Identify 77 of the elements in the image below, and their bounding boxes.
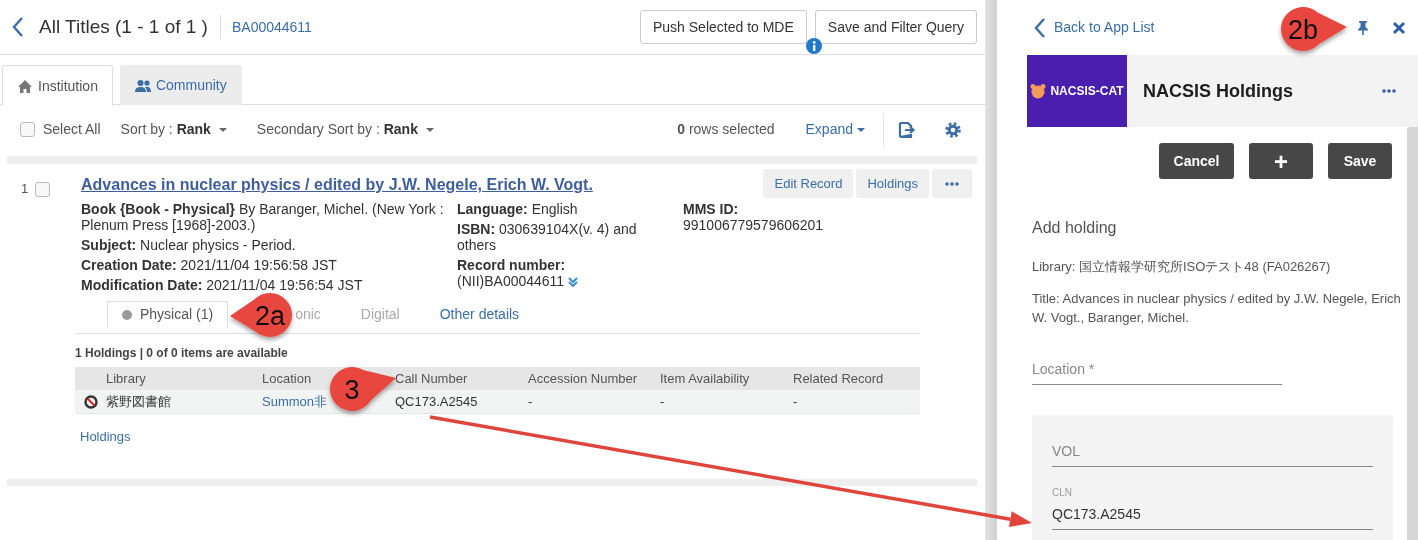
- back-icon[interactable]: [11, 16, 25, 38]
- caret-icon: [218, 127, 227, 132]
- sort-dropdown[interactable]: Sort by : Rank: [120, 119, 227, 140]
- checkbox[interactable]: [20, 122, 35, 137]
- action-button[interactable]: Save and Filter Query: [814, 10, 977, 44]
- settings-icon[interactable]: [945, 121, 961, 138]
- inventory-tab: Digital: [345, 301, 415, 327]
- rows-selected-label: 0 rows selected: [677, 120, 775, 139]
- section-heading: Add holding: [1032, 218, 1118, 238]
- column-header: Related Record: [793, 369, 884, 388]
- table-cell-text: -: [660, 392, 665, 411]
- app-title: NACSIS Holdings: [1143, 79, 1293, 103]
- row-number: 1: [21, 180, 29, 198]
- more-icon: [945, 182, 959, 187]
- callout-marker: 2b: [1281, 7, 1347, 51]
- action-button[interactable]: Cancel: [1159, 143, 1234, 179]
- record-detail: Book {Book - Physical} By Baranger, Michel. (New York : Plenum Press [1968]-2003.): [81, 201, 445, 233]
- input-field[interactable]: VOL: [1052, 441, 1373, 467]
- record-title-link[interactable]: Advances in nuclear physics / edited by J.W. Negele, Erich W. Vogt.: [81, 169, 593, 197]
- table-cell-text: -: [528, 392, 533, 411]
- column-header: Library: [106, 369, 146, 388]
- title-text: Title: Advances in nuclear physics / edited by J.W. Negele, Erich W. Vogt., Baranger, Michel.: [1032, 290, 1402, 327]
- users-icon: [134, 79, 151, 92]
- status-dot-icon: [122, 309, 132, 320]
- record-detail: Modification Date: 2021/11/04 19:56:54 JST: [81, 277, 364, 293]
- expand-dropdown[interactable]: Expand: [805, 119, 865, 140]
- record-detail: ISBN: 030639104X(v. 4) and others: [457, 221, 638, 253]
- record-detail: MMS ID: 991006779579606201: [683, 201, 825, 233]
- more-icon[interactable]: [1382, 89, 1396, 93]
- caret-icon: [857, 127, 865, 132]
- callout-marker: 2a: [230, 293, 292, 337]
- location-link[interactable]: Summon非: [262, 391, 328, 412]
- caret-icon: [425, 127, 434, 132]
- field-label: CLN: [1052, 486, 1073, 500]
- expand-icon[interactable]: [568, 277, 579, 288]
- logo-text: NACSIS-CAT: [1050, 83, 1124, 100]
- input-field[interactable]: Location *: [1032, 359, 1282, 385]
- action-button[interactable]: Save: [1328, 143, 1392, 179]
- action-button[interactable]: Edit Record: [763, 169, 854, 198]
- back-link[interactable]: Back to App List: [1033, 16, 1155, 39]
- table-cell-text: QC173.A2545: [395, 392, 478, 411]
- library-text: Library: 国立情報学研究所ISOテスト48 (FA026267): [1032, 258, 1332, 276]
- callout-marker: 3: [330, 367, 396, 411]
- select-all-label: Select All: [43, 120, 101, 139]
- info-icon[interactable]: [805, 38, 822, 54]
- table-cell-text: 紫野図書館: [106, 392, 171, 411]
- home-icon: [17, 78, 33, 94]
- scrollbar[interactable]: [1407, 127, 1418, 540]
- holdings-summary: 1 Holdings | 0 of 0 items are available: [75, 345, 289, 362]
- checkbox[interactable]: [35, 182, 51, 197]
- scope-tab[interactable]: Institution: [2, 65, 113, 106]
- page-title: All Titles (1 - 1 of 1 ): [39, 14, 208, 39]
- back-icon: [1033, 16, 1046, 39]
- scope-tab[interactable]: Community: [119, 65, 242, 105]
- close-icon[interactable]: [1392, 20, 1406, 35]
- export-icon[interactable]: [898, 121, 915, 138]
- column-header: Call Number: [395, 369, 468, 388]
- action-button[interactable]: Holdings: [856, 169, 929, 198]
- input-field[interactable]: QC173.A2545: [1052, 504, 1373, 530]
- column-header: Item Availability: [660, 369, 750, 388]
- inventory-tab[interactable]: Physical (1): [107, 301, 229, 327]
- column-header: Accession Number: [528, 369, 638, 388]
- column-header: Location: [262, 369, 312, 388]
- record-detail: Creation Date: 2021/11/04 19:56:58 JST: [81, 257, 338, 273]
- inventory-tab[interactable]: Other details: [424, 301, 535, 327]
- record-detail: Subject: Nuclear physics - Period.: [81, 237, 297, 253]
- record-detail: Language: English: [457, 201, 579, 217]
- mascot-icon: [1030, 83, 1047, 99]
- pin-icon[interactable]: [1356, 19, 1370, 36]
- more-button[interactable]: [932, 169, 972, 198]
- holdings-link[interactable]: Holdings: [80, 427, 131, 447]
- record-detail: Record number: (NII)BA00044611: [457, 257, 662, 289]
- sort-dropdown[interactable]: Secondary Sort by : Rank: [256, 119, 434, 140]
- action-button[interactable]: Push Selected to MDE: [639, 10, 807, 44]
- record-id-link[interactable]: BA00044611: [231, 16, 312, 38]
- table-cell-text: -: [793, 392, 798, 411]
- action-button[interactable]: +: [1249, 143, 1313, 179]
